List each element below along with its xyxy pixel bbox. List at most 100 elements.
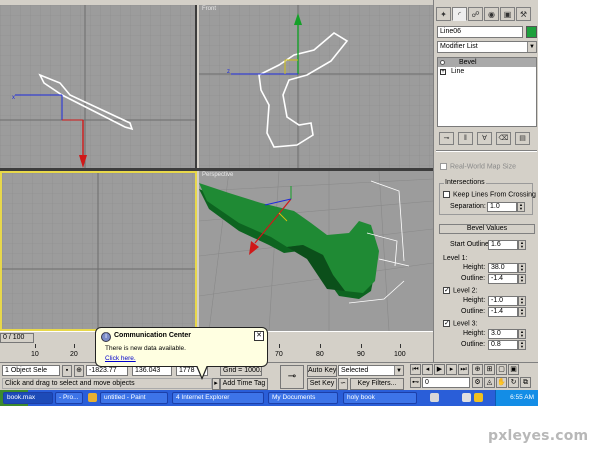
level3-checkbox[interactable]: ✓ Level 3: — [443, 320, 478, 327]
task-paint[interactable]: untitled - Paint — [100, 392, 168, 404]
spinner-arrows-icon[interactable]: ▲ ▼ — [518, 240, 526, 250]
level1-outline-spinner[interactable]: -1.4 ▲ ▼ — [488, 274, 526, 284]
intersections-title: Intersections — [444, 179, 486, 186]
checkmark-icon: ✓ — [443, 320, 450, 327]
object-name-field[interactable]: Line06 — [437, 26, 523, 38]
stack-item-line[interactable]: + Line — [438, 67, 536, 76]
popup-link[interactable]: Click here. — [105, 355, 136, 362]
previous-frame-icon[interactable]: ◂ — [422, 364, 433, 375]
spinner-arrows-icon[interactable]: ▲ ▼ — [517, 202, 525, 212]
spinner-arrows-icon[interactable]: ▲ ▼ — [518, 296, 526, 306]
play-icon[interactable]: ▶ — [434, 364, 445, 375]
spinner-arrows-icon[interactable]: ▲ ▼ — [518, 274, 526, 284]
viewport-front[interactable]: z Front — [199, 5, 433, 169]
bevel-values-rollout-header[interactable]: Bevel Values — [439, 224, 535, 234]
task-my-documents[interactable]: My Documents — [268, 392, 338, 404]
zoom-icon[interactable]: ⊕ — [472, 364, 483, 375]
goto-start-icon[interactable]: ⏮ — [410, 364, 421, 375]
level3-height-spinner[interactable]: 3.0 ▲ ▼ — [488, 329, 526, 339]
max-screen: x z Front Perspective ✦ ◜ ☍ ◉ ▣ ⚒ Line06… — [0, 0, 538, 406]
current-frame-field[interactable]: 0 — [422, 377, 470, 388]
level3-outline-spinner[interactable]: 0.8 ▲ ▼ — [488, 340, 526, 350]
pan-icon[interactable]: ✋ — [496, 377, 507, 388]
spinner-arrows-icon[interactable]: ▲ ▼ — [518, 307, 526, 317]
show-end-result-icon[interactable]: ‖ — [458, 132, 473, 145]
zoom-all-icon[interactable]: ⊞ — [484, 364, 495, 375]
spinner-arrows-icon[interactable]: ▲ ▼ — [518, 263, 526, 273]
hierarchy-tab-icon[interactable]: ☍ — [468, 7, 483, 21]
task-pro[interactable]: - Pro... — [55, 392, 83, 404]
utilities-tab-icon[interactable]: ⚒ — [516, 7, 531, 21]
configure-sets-icon[interactable]: ▤ — [515, 132, 530, 145]
tray-network-icon[interactable] — [462, 393, 471, 402]
level2-label: Level 2: — [453, 287, 478, 295]
key-icon[interactable]: ⊸ — [280, 365, 304, 389]
level1-outline-value: -1.4 — [491, 275, 504, 282]
checkmark-icon: ✓ — [443, 287, 450, 294]
remove-modifier-icon[interactable]: ⌫ — [496, 132, 511, 145]
key-mode-toggle-icon[interactable]: ⊷ — [410, 377, 421, 388]
display-tab-icon[interactable]: ▣ — [500, 7, 515, 21]
real-world-map-size-checkbox[interactable]: Real-World Map Size — [440, 163, 516, 170]
zoom-extents-all-icon[interactable]: ▣ — [508, 364, 519, 375]
key-filters-button[interactable]: Key Filters... — [350, 378, 404, 390]
add-time-tag-button[interactable]: Add Time Tag — [220, 378, 268, 390]
expand-icon[interactable]: + — [440, 68, 446, 75]
start-outline-spinner[interactable]: 1.6 ▲ ▼ — [488, 240, 526, 250]
create-tab-icon[interactable]: ✦ — [436, 7, 451, 21]
spinner-arrows-icon[interactable]: ▲ ▼ — [518, 340, 526, 350]
time-tag-arrow-icon[interactable]: ▸ — [212, 378, 220, 390]
separation-spinner[interactable]: 1.0 ▲ ▼ — [487, 202, 525, 212]
zoom-extents-icon[interactable]: ▢ — [496, 364, 507, 375]
stack-item-bevel[interactable]: Bevel — [438, 58, 536, 67]
absolute-mode-icon[interactable]: ⊕ — [74, 365, 84, 377]
make-unique-icon[interactable]: ∀ — [477, 132, 492, 145]
lightbulb-icon[interactable] — [440, 60, 445, 65]
communication-center-popup[interactable]: i Communication Center ✕ There is new da… — [95, 327, 268, 380]
track-tick — [35, 344, 36, 348]
modifier-stack[interactable]: Bevel + Line — [437, 57, 537, 127]
viewport-top[interactable]: x — [0, 5, 197, 169]
keep-lines-checkbox[interactable]: Keep Lines From Crossing — [443, 191, 536, 198]
task-holy-book[interactable]: holy book — [343, 392, 417, 404]
task-internet-explorer[interactable]: 4 Internet Explorer — [172, 392, 264, 404]
level1-label: Level 1: — [443, 255, 468, 262]
key-mode-dropdown[interactable]: Selected ▼ — [338, 365, 404, 376]
popup-title: Communication Center — [114, 332, 192, 339]
arc-rotate-icon[interactable]: ↻ — [508, 377, 519, 388]
track-tick-label: 70 — [275, 351, 283, 358]
tray-help-icon[interactable] — [430, 393, 439, 402]
level3-outline-value: 0.8 — [491, 341, 501, 348]
level2-outline-spinner[interactable]: -1.4 ▲ ▼ — [488, 307, 526, 317]
close-icon[interactable]: ✕ — [254, 331, 264, 341]
tray-volume-icon[interactable] — [474, 393, 483, 402]
key-tangent-icon[interactable]: ∽ — [338, 378, 348, 390]
selection-lock-icon[interactable]: ▪ — [62, 365, 72, 377]
time-slider-thumb[interactable]: 0 / 100 — [0, 333, 34, 343]
set-key-button[interactable]: Set Key — [307, 378, 337, 390]
svg-text:x: x — [12, 95, 15, 101]
task-book-max[interactable]: book.max — [3, 392, 53, 404]
viewport-perspective[interactable]: Perspective — [199, 171, 433, 331]
quick-launch-icon[interactable] — [88, 393, 97, 402]
prompt-line: Click and drag to select and move object… — [2, 378, 212, 389]
level3-label: Level 3: — [453, 320, 478, 328]
level2-height-spinner[interactable]: -1.0 ▲ ▼ — [488, 296, 526, 306]
viewport-left[interactable] — [0, 171, 197, 331]
goto-end-icon[interactable]: ⏭ — [458, 364, 469, 375]
auto-key-button[interactable]: Auto Key — [307, 365, 337, 377]
fov-icon[interactable]: ◬ — [484, 377, 495, 388]
spinner-arrows-icon[interactable]: ▲ ▼ — [518, 329, 526, 339]
maximize-viewport-icon[interactable]: ⧉ — [520, 377, 531, 388]
object-color-swatch[interactable] — [526, 26, 537, 38]
level1-height-spinner[interactable]: 38.0 ▲ ▼ — [488, 263, 526, 273]
svg-text:z: z — [227, 69, 230, 75]
modifier-list-dropdown[interactable]: Modifier List ▼ — [437, 41, 537, 53]
motion-tab-icon[interactable]: ◉ — [484, 7, 499, 21]
level2-checkbox[interactable]: ✓ Level 2: — [443, 287, 478, 294]
viewport-front-grid: z — [199, 5, 433, 169]
time-config-icon[interactable]: ⚙ — [472, 377, 483, 388]
next-frame-icon[interactable]: ▸ — [446, 364, 457, 375]
modify-tab-icon[interactable]: ◜ — [452, 7, 467, 21]
pin-stack-icon[interactable]: ⊸ — [439, 132, 454, 145]
